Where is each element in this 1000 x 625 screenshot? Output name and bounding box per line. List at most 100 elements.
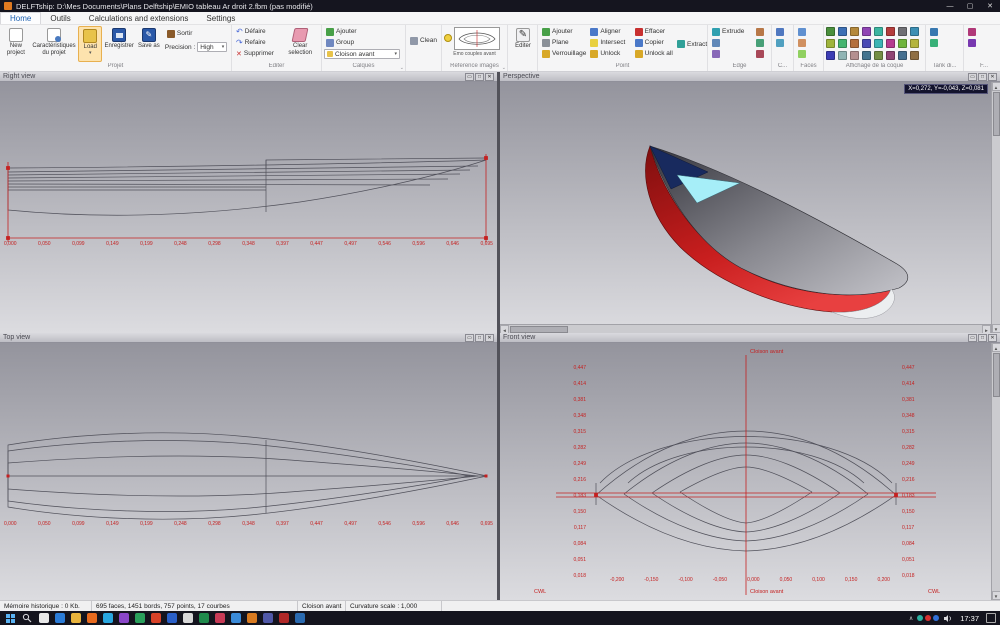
app-icon: [4, 2, 12, 10]
tank-tool-button[interactable]: [928, 26, 961, 37]
front-view-close-icon[interactable]: ✕: [988, 334, 997, 342]
perspective-titlebar[interactable]: Perspective ▭ □ ✕: [500, 72, 1000, 82]
clean-button[interactable]: Clean: [408, 35, 439, 46]
start-button[interactable]: [6, 614, 15, 623]
scroll-down-icon[interactable]: ▼: [992, 591, 1000, 600]
front-view-maximize-icon[interactable]: □: [978, 334, 987, 342]
edge-extrude-button[interactable]: Extrude: [710, 26, 754, 37]
redo-button[interactable]: ↷ Refaire: [234, 37, 281, 48]
face-flip-button[interactable]: [796, 37, 821, 48]
right-view-title: Right view: [3, 73, 35, 80]
top-view-close-icon[interactable]: ✕: [485, 334, 494, 342]
right-view-titlebar[interactable]: Right view ▭ □ ✕: [0, 72, 497, 82]
edge-split-button[interactable]: [754, 37, 768, 48]
right-view-restore-icon[interactable]: ▭: [465, 73, 474, 81]
volume-icon[interactable]: [943, 614, 953, 623]
hull-display-icon-grid[interactable]: [826, 26, 923, 62]
fairing-tool2-button[interactable]: [966, 37, 1000, 48]
tray-icons[interactable]: [916, 615, 940, 621]
group-layers-button[interactable]: Group: [324, 37, 403, 48]
load-button[interactable]: Load ▾: [78, 26, 102, 62]
curve-tool2-button[interactable]: [774, 37, 791, 48]
invert-face-icon: [798, 50, 806, 58]
calques-dialog-launcher-icon[interactable]: ⌄: [400, 65, 404, 71]
perspective-canvas[interactable]: X=0,272, Y=-0,043, Z=0,081 ◄ ► ▲ ▼: [500, 82, 1000, 333]
statusbar: Mémoire historique : 0 Kb. 695 faces, 14…: [0, 600, 1000, 611]
point-extract-button[interactable]: Extract: [675, 39, 705, 50]
save-as-button[interactable]: ✎ Save as: [136, 26, 162, 62]
scroll-up-icon[interactable]: ▲: [992, 343, 1000, 352]
precision-combo[interactable]: High ▾: [197, 42, 227, 52]
new-project-button[interactable]: New project: [2, 26, 30, 62]
perspective-close-icon[interactable]: ✕: [988, 73, 997, 81]
perspective-vscroll-thumb[interactable]: [993, 92, 1000, 136]
taskbar-clock[interactable]: 17:37: [956, 614, 983, 623]
point-copy-button[interactable]: Copier: [633, 37, 675, 48]
scroll-up-icon[interactable]: ▲: [992, 82, 1000, 91]
perspective-vscrollbar[interactable]: ▲ ▼: [991, 82, 1000, 333]
perspective-restore-icon[interactable]: ▭: [968, 73, 977, 81]
point-plane-button[interactable]: Plane: [540, 37, 588, 48]
tab-calculations[interactable]: Calculations and extensions: [80, 12, 198, 24]
top-view-maximize-icon[interactable]: □: [475, 334, 484, 342]
point-lock-button[interactable]: Verrouillage: [540, 48, 588, 59]
front-view-canvas[interactable]: Cloison avant Cloison avant CWL CWL 0,44…: [500, 343, 1000, 600]
project-properties-button[interactable]: Caractéristiques du projet: [30, 26, 78, 62]
right-view-close-icon[interactable]: ✕: [485, 73, 494, 81]
action-center-icon[interactable]: [986, 613, 996, 623]
minimize-button[interactable]: —: [940, 0, 960, 12]
face-invert-button[interactable]: [796, 48, 821, 59]
delete-button[interactable]: ✕ Supprimer: [234, 48, 281, 59]
taskbar-app-icons[interactable]: [36, 613, 308, 623]
close-button[interactable]: ✕: [980, 0, 1000, 12]
tab-outils[interactable]: Outils: [41, 12, 79, 24]
perspective-maximize-icon[interactable]: □: [978, 73, 987, 81]
front-view-titlebar[interactable]: Front view ▭ □ ✕: [500, 333, 1000, 343]
tab-home[interactable]: Home: [0, 12, 41, 24]
fairing-tool-button[interactable]: [966, 26, 1000, 37]
point-add-button[interactable]: Ajouter: [540, 26, 588, 37]
clear-selection-button[interactable]: Clear selection: [281, 26, 319, 62]
point-align-button[interactable]: Aligner: [588, 26, 632, 37]
point-intersect-button[interactable]: Intersect: [588, 37, 632, 48]
top-view-titlebar[interactable]: Top view ▭ □ ✕: [0, 333, 497, 343]
perspective-hscrollbar[interactable]: ◄ ►: [500, 324, 991, 333]
edge-tool-button[interactable]: [710, 37, 754, 48]
add-layer-button[interactable]: Ajouter: [324, 26, 403, 37]
reference-images-dialog-launcher-icon[interactable]: ⌄: [502, 65, 506, 71]
right-view-maximize-icon[interactable]: □: [475, 73, 484, 81]
exit-button[interactable]: Sortir: [165, 28, 229, 39]
edge-collapse-button[interactable]: [754, 48, 768, 59]
front-view-vscroll-thumb[interactable]: [993, 353, 1000, 397]
undo-button[interactable]: ↶ Défaire: [234, 26, 281, 37]
unlock-icon: [590, 50, 598, 58]
save-button[interactable]: Enregistrer: [102, 26, 135, 62]
scroll-left-icon[interactable]: ◄: [500, 325, 509, 334]
point-erase-button[interactable]: Effacer: [633, 26, 675, 37]
tray-chevron-icon[interactable]: ∧: [909, 615, 913, 622]
search-icon[interactable]: [22, 613, 32, 623]
point-unlock-all-button[interactable]: Unlock all: [633, 48, 675, 59]
perspective-hscroll-thumb[interactable]: [510, 326, 568, 333]
edit-mode-button[interactable]: ✎ Editer: [510, 26, 536, 62]
active-layer-combo[interactable]: Cloison avant ▾: [324, 49, 400, 59]
top-view-restore-icon[interactable]: ▭: [465, 334, 474, 342]
edge-tool2-button[interactable]: [710, 48, 754, 59]
point-unlock-button[interactable]: Unlock: [588, 48, 632, 59]
face-new-button[interactable]: [796, 26, 821, 37]
group-layers-icon: [326, 39, 334, 47]
maximize-button[interactable]: ▢: [960, 0, 980, 12]
front-view-vscrollbar[interactable]: ▲ ▼: [991, 343, 1000, 600]
top-view-canvas[interactable]: 0,0000,0500,0990,1490,1990,2480,2980,348…: [0, 343, 497, 600]
scroll-right-icon[interactable]: ►: [982, 325, 991, 334]
save-disk-icon: [112, 28, 126, 42]
right-view-canvas[interactable]: 0,0000,0500,0990,1490,1990,2480,2980,348…: [0, 82, 497, 333]
scroll-down-icon[interactable]: ▼: [992, 324, 1000, 333]
tab-settings[interactable]: Settings: [197, 12, 244, 24]
curve-tool-button[interactable]: [774, 26, 791, 37]
tank-tool2-button[interactable]: [928, 37, 961, 48]
reference-image-thumbnail[interactable]: [454, 27, 500, 50]
edge-crease-button[interactable]: [754, 26, 768, 37]
lightbulb-icon[interactable]: [444, 34, 452, 42]
front-view-restore-icon[interactable]: ▭: [968, 334, 977, 342]
